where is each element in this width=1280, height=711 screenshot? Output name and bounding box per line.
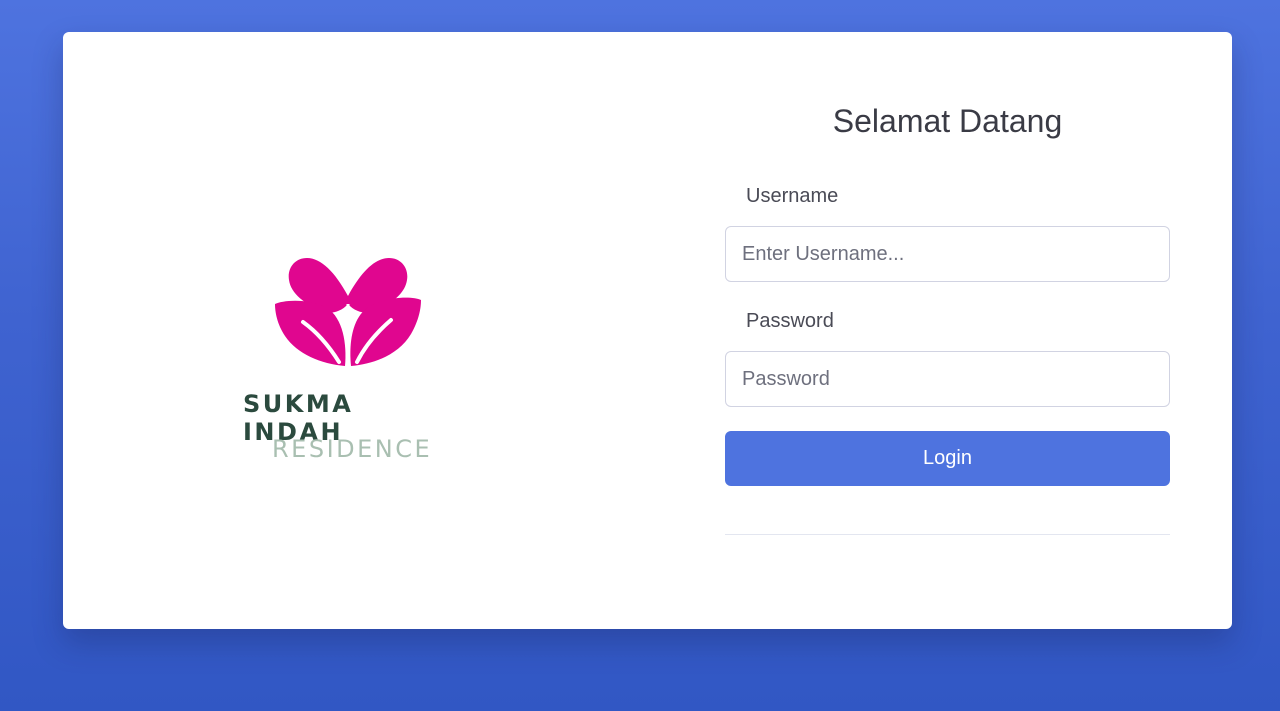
- login-form: Selamat Datang Username Password Login: [725, 32, 1170, 629]
- password-input[interactable]: [725, 351, 1170, 407]
- lotus-heart-icon: [275, 258, 421, 366]
- brand-subtitle: RESIDENCE: [272, 435, 433, 463]
- brand-panel: SUKMA INDAH RESIDENCE: [63, 32, 631, 629]
- login-card: SUKMA INDAH RESIDENCE Selamat Datang Use…: [63, 32, 1232, 629]
- page-title: Selamat Datang: [832, 103, 1063, 139]
- login-button[interactable]: Login: [725, 431, 1170, 486]
- password-label: Password: [746, 310, 834, 332]
- divider: [725, 534, 1170, 535]
- username-label: Username: [746, 185, 839, 207]
- username-input[interactable]: [725, 226, 1170, 282]
